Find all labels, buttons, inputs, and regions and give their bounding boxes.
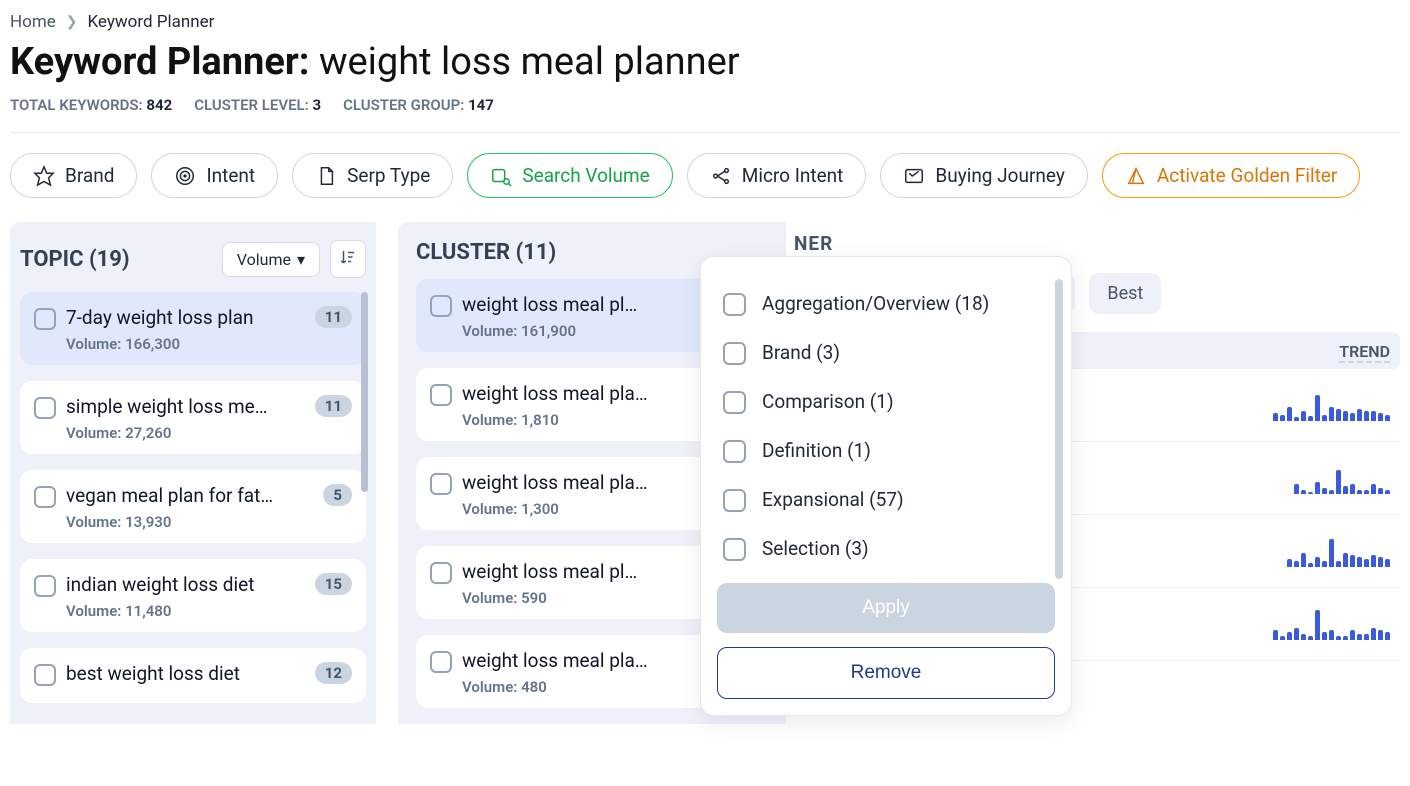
journey-icon: [903, 165, 925, 187]
page-title: Keyword Planner: weight loss meal planne…: [10, 40, 1400, 84]
filter-intent[interactable]: Intent: [151, 153, 278, 198]
topic-item[interactable]: indian weight loss diet Volume: 11,480 1…: [20, 559, 366, 632]
filter-search-volume[interactable]: Search Volume: [467, 153, 672, 198]
count-badge: 15: [315, 573, 352, 595]
dropdown-option[interactable]: Expansional (57): [717, 475, 1055, 524]
micro-intent-dropdown: Aggregation/Overview (18)Brand (3)Compar…: [700, 256, 1072, 716]
document-icon: [315, 165, 337, 187]
count-badge: 12: [315, 662, 352, 684]
trend-sparkline: [1273, 389, 1390, 421]
dropdown-option[interactable]: Definition (1): [717, 426, 1055, 475]
checkbox[interactable]: [430, 384, 452, 406]
triangle-icon: [1125, 165, 1147, 187]
apply-button[interactable]: Apply: [717, 583, 1055, 633]
right-header-fragment: NER: [794, 232, 1400, 255]
checkbox[interactable]: [34, 575, 56, 597]
trend-sparkline: [1273, 608, 1390, 640]
trend-sparkline: [1294, 462, 1390, 494]
scrollbar[interactable]: [361, 292, 368, 492]
count-badge: 5: [323, 484, 352, 506]
trend-sparkline: [1287, 535, 1390, 567]
checkbox[interactable]: [723, 342, 746, 365]
checkbox[interactable]: [430, 473, 452, 495]
checkbox[interactable]: [723, 293, 746, 316]
filter-row: Brand Intent Serp Type Search Volume Mic…: [10, 153, 1400, 198]
checkbox[interactable]: [34, 486, 56, 508]
sort-direction-button[interactable]: [330, 240, 366, 278]
count-badge: 11: [315, 306, 352, 328]
breadcrumb: Home ❯ Keyword Planner: [10, 12, 1400, 32]
checkbox[interactable]: [430, 295, 452, 317]
filter-brand[interactable]: Brand: [10, 153, 137, 198]
caret-down-icon: ▾: [297, 250, 305, 269]
chevron-right-icon: ❯: [66, 14, 78, 30]
topic-item[interactable]: best weight loss diet 12: [20, 648, 366, 703]
topic-header: TOPIC (19): [20, 247, 130, 272]
checkbox[interactable]: [723, 440, 746, 463]
topic-item[interactable]: vegan meal plan for fat… Volume: 13,930 …: [20, 470, 366, 543]
topic-column: TOPIC (19) Volume ▾ 7-day: [10, 222, 376, 724]
intent-chip[interactable]: Best: [1089, 273, 1161, 314]
checkbox[interactable]: [34, 664, 56, 686]
topic-item[interactable]: simple weight loss me… Volume: 27,260 11: [20, 381, 366, 454]
checkbox[interactable]: [723, 538, 746, 561]
star-icon: [33, 165, 55, 187]
breadcrumb-current: Keyword Planner: [87, 12, 214, 32]
topic-item[interactable]: 7-day weight loss plan Volume: 166,300 1…: [20, 292, 366, 365]
filter-serp[interactable]: Serp Type: [292, 153, 453, 198]
checkbox[interactable]: [34, 397, 56, 419]
target-icon: [174, 165, 196, 187]
dropdown-option[interactable]: Aggregation/Overview (18): [717, 279, 1055, 328]
count-badge: 11: [315, 395, 352, 417]
topic-sort-select[interactable]: Volume ▾: [222, 242, 320, 277]
cluster-header: CLUSTER (11): [416, 240, 556, 265]
dropdown-option[interactable]: Brand (3): [717, 328, 1055, 377]
checkbox[interactable]: [430, 651, 452, 673]
filter-micro-intent[interactable]: Micro Intent: [687, 153, 867, 198]
search-volume-icon: [490, 165, 512, 187]
checkbox[interactable]: [34, 308, 56, 330]
filter-buying-journey[interactable]: Buying Journey: [880, 153, 1087, 198]
dropdown-option[interactable]: Selection (3): [717, 524, 1055, 573]
dropdown-option[interactable]: Comparison (1): [717, 377, 1055, 426]
golden-filter-button[interactable]: Activate Golden Filter: [1102, 153, 1360, 198]
checkbox[interactable]: [723, 489, 746, 512]
scrollbar[interactable]: [1055, 279, 1063, 579]
breadcrumb-home[interactable]: Home: [10, 12, 56, 32]
checkbox[interactable]: [430, 562, 452, 584]
checkbox[interactable]: [723, 391, 746, 414]
stats-bar: TOTAL KEYWORDS: 842 CLUSTER LEVEL: 3 CLU…: [10, 96, 1400, 114]
remove-button[interactable]: Remove: [717, 647, 1055, 699]
neural-icon: [710, 165, 732, 187]
